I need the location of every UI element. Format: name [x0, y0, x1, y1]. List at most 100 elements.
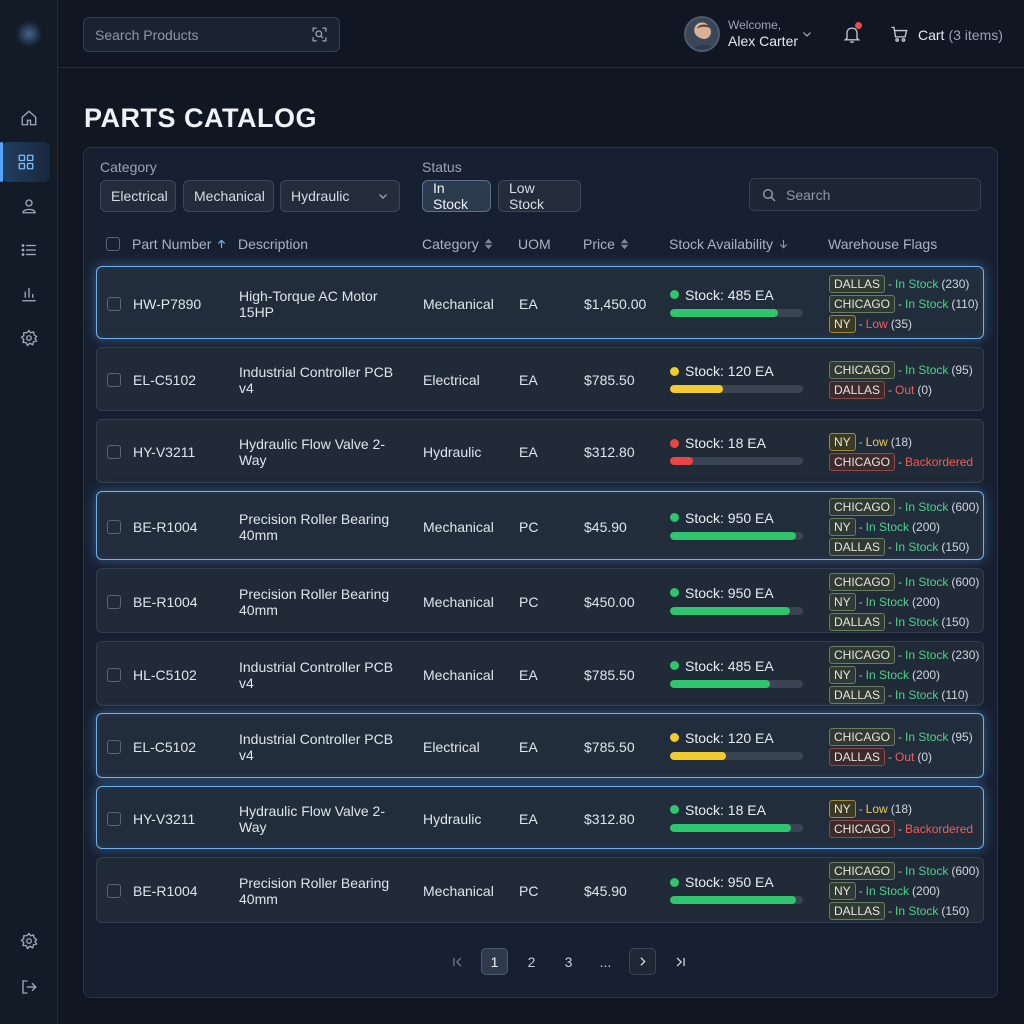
cart-button[interactable]: Cart (3 items) — [890, 25, 1003, 44]
warehouse-tag: CHICAGO — [829, 453, 896, 471]
warehouse-status: In Stock — [905, 574, 949, 589]
part-description: Precision Roller Bearing 40mm — [239, 875, 390, 907]
next-page-button[interactable] — [629, 948, 656, 975]
status-chip-in-stock[interactable]: In Stock — [422, 180, 491, 212]
scan-search-icon[interactable] — [311, 26, 328, 43]
warehouse-count: (95) — [951, 363, 973, 377]
part-category: Hydraulic — [423, 444, 482, 460]
part-uom: EA — [519, 372, 538, 388]
sidebar-item-logout[interactable] — [0, 967, 58, 1007]
category-chip-electrical[interactable]: Electrical — [100, 180, 176, 212]
warehouse-flags: CHICAGO - In Stock (600) NY - In Stock (200) DAL… — [829, 861, 979, 921]
sidebar-item-list[interactable] — [0, 230, 58, 270]
stock-status-dot — [670, 877, 679, 887]
column-part-number[interactable]: Part Number — [132, 236, 227, 252]
stock-text: Stock: 485 EA — [685, 657, 774, 674]
stock-bar — [670, 457, 803, 465]
column-description[interactable]: Description — [238, 236, 308, 252]
warehouse-count: (600) — [951, 499, 980, 514]
page-button-2[interactable]: 2 — [518, 948, 545, 975]
sidebar-item-catalog[interactable] — [0, 142, 50, 182]
row-checkbox[interactable] — [107, 667, 121, 682]
column-flags[interactable]: Warehouse Flags — [828, 236, 937, 252]
sidebar-item-home[interactable] — [0, 98, 58, 138]
table-row[interactable]: HL-C5102 Industrial Controller PCB v4 Mech… — [96, 641, 984, 706]
page-button-1[interactable]: 1 — [481, 948, 508, 975]
part-price: $785.50 — [584, 666, 635, 683]
warehouse-count: (0) — [917, 749, 933, 764]
stock-bar-fill — [670, 679, 770, 688]
catalog-panel: Category Electrical Mechanical Hydraulic… — [83, 147, 998, 998]
table-row[interactable]: BE-R1004 Precision Roller Bearing 40mm Mec… — [96, 857, 984, 923]
warehouse-flags: NY - Low (18) CHICAGO - Backordered — [829, 799, 973, 839]
part-category: Mechanical — [423, 666, 494, 683]
status-chip-low-stock[interactable]: Low Stock — [498, 180, 581, 212]
table-row[interactable]: EL-C5102 Industrial Controller PCB v4 Elec… — [96, 347, 984, 411]
part-price: $45.90 — [584, 883, 627, 899]
logout-icon — [22, 980, 37, 994]
stock-bar — [670, 751, 803, 760]
part-number: HY-V3211 — [133, 444, 196, 460]
row-checkbox[interactable] — [107, 296, 121, 311]
product-search-input[interactable] — [95, 26, 311, 43]
category-dropdown[interactable]: Hydraulic — [280, 180, 400, 212]
user-greeting[interactable]: Welcome, Alex Carter — [728, 18, 798, 49]
row-checkbox[interactable] — [107, 445, 121, 459]
row-checkbox[interactable] — [107, 594, 121, 609]
column-stock-label: Stock Availability — [669, 236, 774, 252]
column-price[interactable]: Price — [583, 236, 629, 252]
row-checkbox[interactable] — [107, 519, 121, 534]
table-row[interactable]: EL-C5102 Industrial Controller PCB v4 Elec… — [96, 713, 984, 778]
row-checkbox[interactable] — [107, 739, 121, 754]
warehouse-flag: DALLAS - In Stock (110) — [829, 685, 979, 705]
table-row[interactable]: HY-V3211 Hydraulic Flow Valve 2-Way Hydrau… — [96, 786, 984, 849]
table-row[interactable]: HY-V3211 Hydraulic Flow Valve 2-Way Hydrau… — [96, 419, 984, 483]
sidebar-item-preferences[interactable] — [0, 921, 58, 961]
sidebar-item-settings[interactable] — [0, 318, 58, 358]
warehouse-status: Low — [865, 435, 888, 449]
stock-bar-fill — [670, 751, 726, 760]
flag-separator: - — [898, 864, 903, 878]
table-row[interactable]: HW-P7890 High-Torque AC Motor 15HP Mechani… — [96, 266, 984, 339]
avatar[interactable] — [684, 16, 720, 52]
warehouse-flag: CHICAGO - In Stock (230) — [829, 645, 979, 665]
warehouse-flag: NY - In Stock (200) — [829, 592, 979, 612]
stock-bar-fill — [670, 606, 790, 615]
flag-separator: - — [858, 884, 863, 898]
column-uom[interactable]: UOM — [518, 236, 551, 252]
warehouse-flag: CHICAGO - In Stock (600) — [829, 497, 979, 517]
last-page-button[interactable] — [666, 948, 693, 975]
row-checkbox[interactable] — [107, 884, 121, 898]
warehouse-count: (600) — [951, 574, 980, 589]
column-stock[interactable]: Stock Availability — [669, 236, 789, 252]
table-search[interactable] — [749, 178, 981, 211]
part-uom: PC — [519, 593, 539, 610]
part-price: $785.50 — [584, 372, 635, 388]
category-chip-mechanical[interactable]: Mechanical — [183, 180, 274, 212]
sidebar-item-users[interactable] — [0, 186, 58, 226]
column-category[interactable]: Category — [422, 236, 493, 252]
sidebar-item-reports[interactable] — [0, 274, 58, 314]
table-row[interactable]: BE-R1004 Precision Roller Bearing 40mm Mec… — [96, 568, 984, 633]
product-search[interactable] — [83, 17, 340, 52]
user-menu-toggle[interactable] — [801, 28, 813, 40]
warehouse-status: In Stock — [865, 667, 910, 682]
stock-text: Stock: 485 EA — [685, 286, 774, 303]
cart-icon — [891, 26, 908, 42]
row-checkbox[interactable] — [107, 811, 121, 826]
row-checkbox[interactable] — [107, 373, 121, 387]
pagination: 1 2 3 ... — [444, 948, 693, 975]
table-search-input[interactable] — [786, 186, 969, 203]
warehouse-flag: CHICAGO - In Stock (600) — [829, 861, 979, 881]
warehouse-flag: CHICAGO - In Stock (600) — [829, 572, 979, 592]
warehouse-flag: NY - Low (35) — [829, 314, 979, 334]
select-all-checkbox[interactable] — [106, 237, 120, 251]
page-button-3[interactable]: 3 — [555, 948, 582, 975]
table-row[interactable]: BE-R1004 Precision Roller Bearing 40mm Mec… — [96, 491, 984, 560]
warehouse-status: In Stock — [865, 884, 910, 898]
status-filter-label: Status — [422, 159, 462, 175]
warehouse-tag: CHICAGO — [829, 862, 896, 880]
warehouse-count: (200) — [912, 884, 941, 898]
first-page-button[interactable] — [444, 948, 471, 975]
warehouse-flag: DALLAS - Out (0) — [829, 747, 973, 767]
